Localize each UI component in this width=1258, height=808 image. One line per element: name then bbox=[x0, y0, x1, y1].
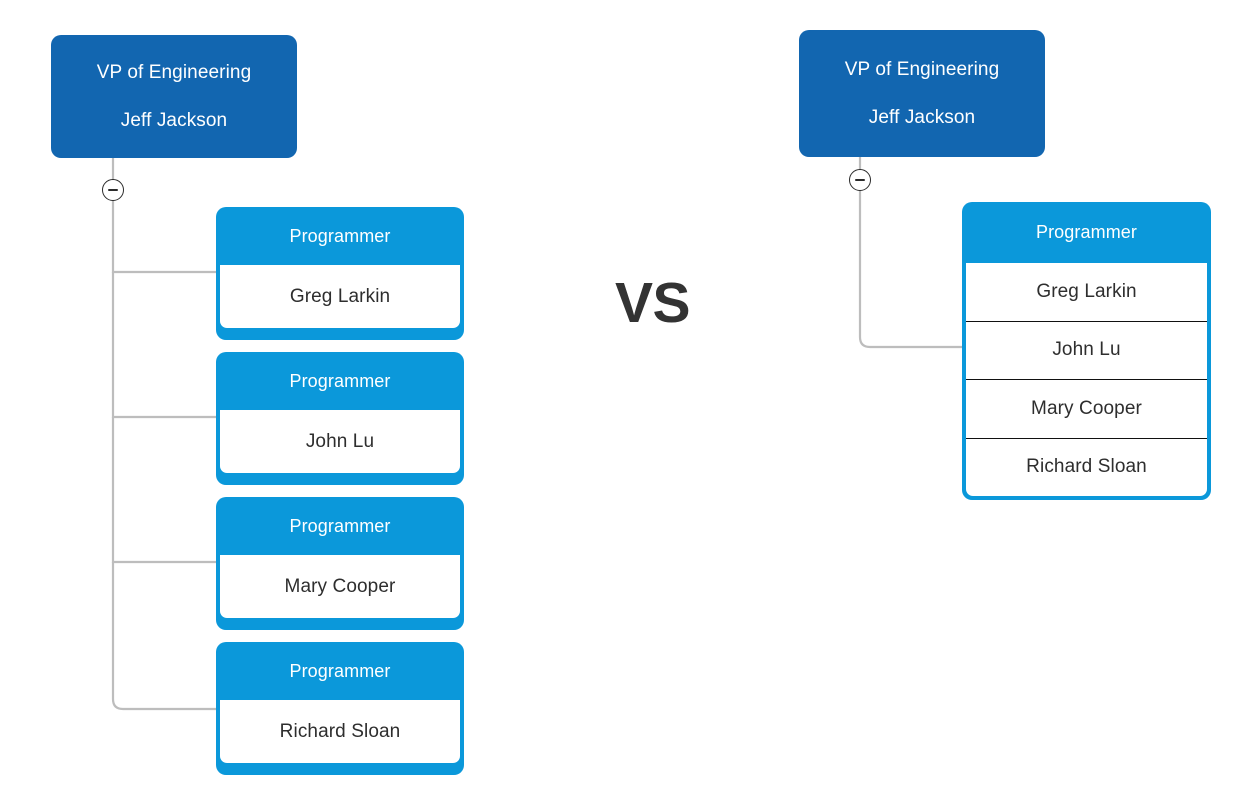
left-card-3-name: Mary Cooper bbox=[220, 555, 460, 618]
left-connector-branch-1 bbox=[111, 200, 216, 274]
right-root-title: VP of Engineering bbox=[844, 58, 1000, 80]
right-group-row-3[interactable]: Mary Cooper bbox=[966, 379, 1207, 438]
left-card-2-title: Programmer bbox=[289, 370, 391, 391]
right-group-row-1[interactable]: Greg Larkin bbox=[966, 263, 1207, 321]
right-group-title: Programmer bbox=[1035, 222, 1138, 242]
left-card-1-name: Greg Larkin bbox=[220, 265, 460, 328]
right-root-node[interactable]: VP of Engineering Jeff Jackson bbox=[799, 30, 1045, 157]
right-group-card[interactable]: Programmer Greg Larkin John Lu Mary Coop… bbox=[962, 202, 1211, 500]
left-connector-branch-4 bbox=[111, 562, 216, 711]
left-root-name: Jeff Jackson bbox=[120, 109, 228, 131]
left-card-2-name: John Lu bbox=[220, 410, 460, 473]
right-group-row-2[interactable]: John Lu bbox=[966, 320, 1207, 380]
left-card-4[interactable]: Programmer Richard Sloan bbox=[216, 642, 464, 775]
left-root-node[interactable]: VP of Engineering Jeff Jackson bbox=[51, 35, 297, 158]
left-root-title: VP of Engineering bbox=[96, 61, 252, 83]
right-root-name: Jeff Jackson bbox=[868, 106, 976, 128]
minus-circle-icon bbox=[108, 189, 118, 191]
left-card-3[interactable]: Programmer Mary Cooper bbox=[216, 497, 464, 630]
right-group-row-4[interactable]: Richard Sloan bbox=[966, 437, 1207, 497]
right-collapse-toggle[interactable] bbox=[849, 169, 871, 191]
left-card-1-title: Programmer bbox=[289, 225, 391, 246]
versus-label: VS bbox=[615, 271, 691, 335]
left-card-1[interactable]: Programmer Greg Larkin bbox=[216, 207, 464, 340]
minus-circle-icon bbox=[855, 179, 865, 181]
left-card-2[interactable]: Programmer John Lu bbox=[216, 352, 464, 485]
left-connector-branch-3 bbox=[111, 417, 216, 564]
left-card-4-title: Programmer bbox=[289, 660, 391, 681]
right-group-list: Greg Larkin John Lu Mary Cooper Richard … bbox=[966, 263, 1207, 496]
left-card-4-name: Richard Sloan bbox=[220, 700, 460, 763]
org-chart-comparison-canvas: VP of Engineering Jeff Jackson Programme… bbox=[0, 0, 1258, 808]
left-connector-branch-2 bbox=[111, 272, 216, 419]
left-card-3-title: Programmer bbox=[289, 515, 391, 536]
left-collapse-toggle[interactable] bbox=[102, 179, 124, 201]
right-connector-elbow bbox=[858, 190, 962, 349]
